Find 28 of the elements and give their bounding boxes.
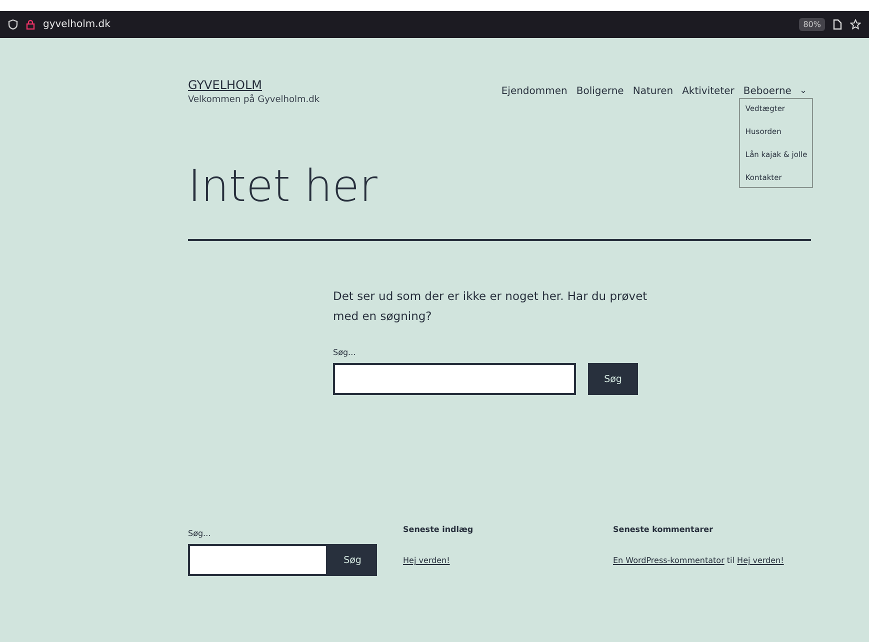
nav-link[interactable]: Naturen (632, 86, 674, 97)
search-label: Søg... (333, 348, 357, 358)
widget-title: Seneste indlæg (403, 525, 474, 534)
search-button[interactable]: Søg (588, 363, 638, 396)
author-link[interactable]: En WordPress-kommentator (613, 556, 724, 566)
widget-title: Seneste kommentarer (613, 525, 714, 534)
nav-link[interactable]: Aktiviteter (682, 86, 734, 97)
url-text[interactable]: gyvelholm.dk (43, 19, 792, 30)
site-tagline: Velkommen på Gyvelholm.dk (188, 95, 320, 105)
zoom-level[interactable]: 80% (799, 18, 825, 31)
search-button[interactable]: Søg (328, 544, 377, 576)
site-title[interactable]: GYVELHOLM (188, 78, 320, 92)
post-link[interactable]: Hej verden! (737, 556, 784, 566)
nav-link[interactable]: Boligerne (576, 86, 624, 97)
comment-entry: En WordPress-kommentator til Hej verden! (613, 556, 784, 566)
shield-icon[interactable] (8, 19, 18, 30)
search-field[interactable] (333, 363, 576, 396)
page-icon[interactable] (833, 19, 842, 30)
search-label: Søg... (188, 529, 212, 538)
nav-link[interactable]: Beboerne (743, 86, 792, 97)
star-icon[interactable] (850, 19, 861, 30)
lock-icon[interactable] (26, 19, 35, 30)
post-link[interactable]: Hej verden! (403, 556, 450, 566)
no-results-message: Det ser ud som der er ikke er noget her. Har du prøvet med en søgning? (333, 288, 648, 325)
nav-link[interactable]: Ejendommen (501, 86, 568, 97)
page-heading: Intet her (188, 165, 378, 209)
submenu-toggle[interactable]: ⌄ (799, 87, 807, 96)
search-field[interactable] (188, 544, 328, 576)
